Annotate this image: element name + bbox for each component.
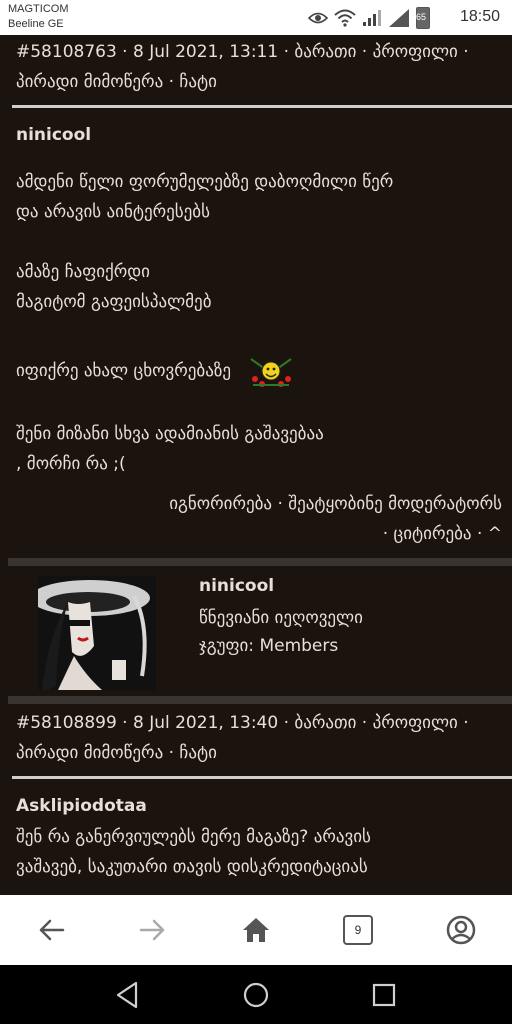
account-button[interactable] — [441, 910, 481, 950]
tabs-button[interactable]: 9 — [338, 910, 378, 950]
post-actions-line[interactable]: · ციტირება · ^ — [0, 519, 502, 549]
post-actions-line[interactable]: იგნორირება · შეატყობინე მოდერატორს — [0, 489, 502, 519]
battery-level: 65 — [416, 12, 427, 22]
home-icon — [243, 918, 269, 942]
post-text-line: იფიქრე ახალ ცხოვრებაზე — [16, 361, 231, 381]
system-back-icon[interactable] — [112, 979, 144, 1011]
signal-icon — [363, 10, 381, 26]
post-meta-line[interactable]: პირადი მიმოწერა · ჩატი — [16, 67, 502, 97]
status-bar: MAGTICOM Beeline GE 65 18:50 — [0, 0, 512, 35]
post-text-line: მაგიტომ გაფეისპალმებ — [16, 292, 212, 312]
post-separator — [8, 558, 512, 566]
clock: 18:50 — [459, 8, 500, 25]
back-button[interactable] — [31, 910, 71, 950]
post-text-line: შენ რა განერვიულებს მერე მაგაზე? არავის — [16, 827, 371, 847]
profile-rank: წნევიანი იეღოველი — [199, 608, 363, 628]
post-text-line: , მორჩი რა ;( — [16, 454, 126, 474]
system-home-icon[interactable] — [240, 979, 272, 1011]
post-text-line: ამაზე ჩაფიქრდი — [16, 262, 150, 282]
post-text-line: ვაშავებ, საკუთარი თავის დისკრედიტაციას — [16, 857, 368, 877]
forward-button[interactable] — [133, 910, 173, 950]
post-author[interactable]: ninicool — [0, 125, 512, 145]
carrier-name: MAGTICOM — [8, 3, 69, 15]
post-meta: #58108899 · 8 Jul 2021, 13:40 · ბარათი ·… — [0, 708, 512, 768]
signal-strength-icon — [389, 9, 409, 27]
carrier-name-secondary: Beeline GE — [8, 18, 64, 30]
eye-icon — [308, 12, 328, 24]
tabs-icon: 9 — [343, 915, 373, 945]
avatar[interactable] — [38, 576, 156, 690]
arrow-left-icon — [39, 919, 65, 941]
profile-name[interactable]: ninicool — [199, 576, 274, 596]
post-meta-line[interactable]: #58108899 · 8 Jul 2021, 13:40 · ბარათი ·… — [16, 708, 502, 738]
system-recents-icon[interactable] — [368, 979, 400, 1011]
smiley-emoticon-icon — [250, 358, 292, 387]
post-meta-line[interactable]: პირადი მიმოწერა · ჩატი — [16, 738, 502, 768]
post-meta-line[interactable]: #58108763 · 8 Jul 2021, 13:11 · ბარათი ·… — [16, 37, 502, 67]
account-icon — [446, 915, 476, 945]
post-text-line: და არავის აინტერესებს — [16, 202, 210, 222]
post-author[interactable]: Asklipiodotaa — [0, 796, 512, 816]
post-body: შენ რა განერვიულებს მერე მაგაზე? არავის … — [0, 822, 512, 882]
system-navigation-bar — [0, 965, 512, 1024]
arrow-right-icon — [139, 919, 165, 941]
post-text-line: შენი მიზანი სხვა ადამიანის გაშავებაა — [16, 424, 324, 444]
battery-icon: 65 — [416, 7, 430, 29]
forum-thread: #58108763 · 8 Jul 2021, 13:11 · ბარათი ·… — [0, 35, 512, 895]
wifi-icon — [334, 9, 356, 27]
status-icons: 65 — [308, 6, 430, 30]
post-actions: იგნორირება · შეატყობინე მოდერატორს · ციტ… — [0, 489, 512, 549]
post-separator — [8, 696, 512, 704]
post-text-line: ამდენი წელი ფორუმელებზე დაბოღმილი წერ — [16, 172, 394, 192]
browser-toolbar: 9 — [0, 895, 512, 965]
profile-group: ჯგუფი: Members — [199, 636, 339, 656]
author-profile-card: ninicool წნევიანი იეღოველი ჯგუფი: Member… — [8, 566, 512, 696]
post-body: ამდენი წელი ფორუმელებზე დაბოღმილი წერ და… — [0, 167, 512, 479]
post-meta: #58108763 · 8 Jul 2021, 13:11 · ბარათი ·… — [0, 37, 512, 97]
tab-count: 9 — [354, 923, 362, 937]
home-button[interactable] — [236, 910, 276, 950]
